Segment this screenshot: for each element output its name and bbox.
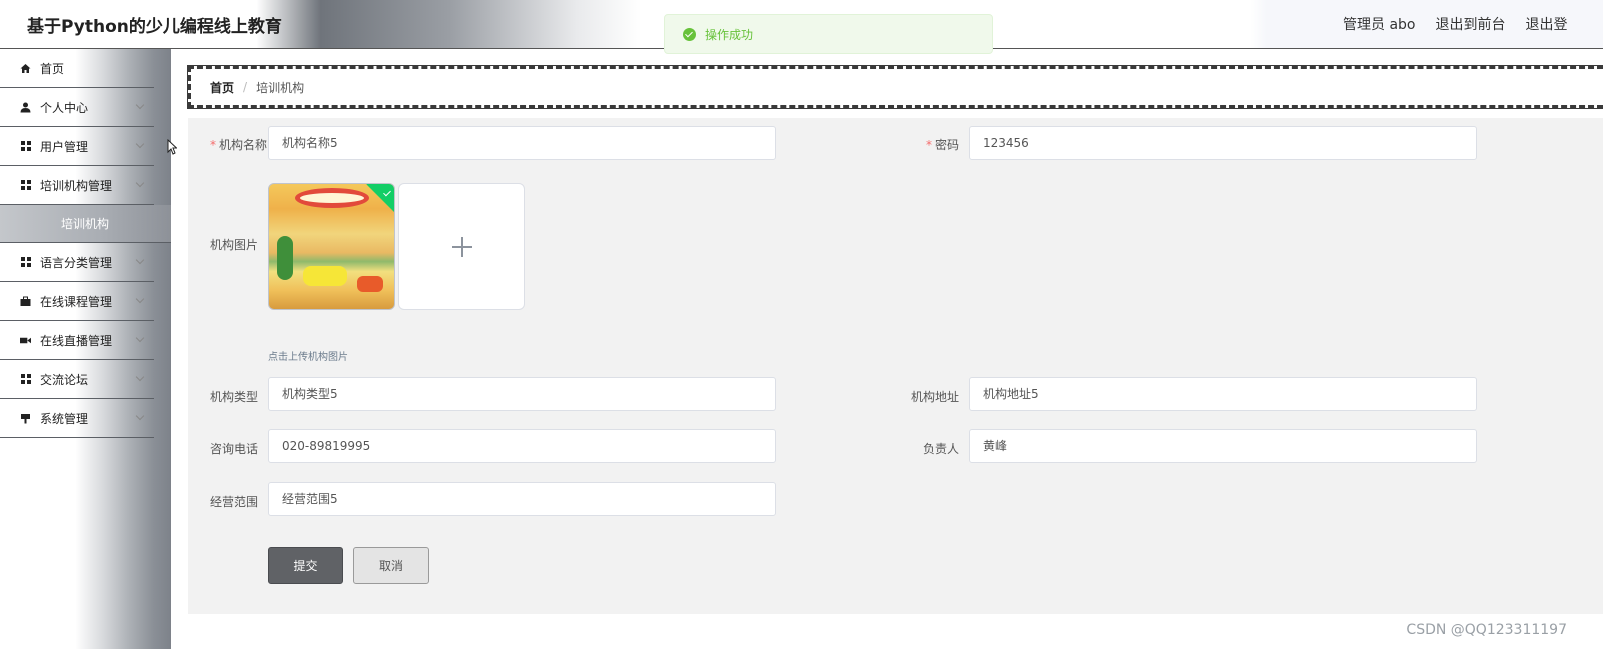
org-address-label: 机构地址 (910, 390, 959, 404)
success-toast: 操作成功 (664, 14, 993, 54)
password-input[interactable]: 123456 (969, 126, 1477, 160)
chevron-down-icon (135, 294, 145, 304)
org-image-label: 机构图片 (209, 238, 258, 252)
phone-input[interactable]: 020-89819995 (268, 429, 776, 463)
back-to-front-link[interactable]: 退出到前台 (1435, 14, 1505, 34)
scope-label: 经营范围 (209, 495, 258, 509)
sidebar-subitem-org[interactable]: 培训机构 (0, 205, 171, 243)
scope-input[interactable]: 经营范围5 (268, 482, 776, 516)
org-type-label: 机构类型 (209, 390, 258, 404)
sidebar-item-live-stream[interactable]: 在线直播管理 (0, 321, 154, 360)
chevron-down-icon (135, 100, 145, 110)
chevron-down-icon (135, 178, 145, 188)
settings-icon (20, 413, 31, 424)
sidebar-item-label: 培训机构管理 (40, 178, 113, 193)
breadcrumb-home[interactable]: 首页 (210, 79, 234, 96)
manager-label: 负责人 (922, 442, 959, 456)
chevron-down-icon (135, 411, 145, 421)
briefcase-icon (20, 296, 31, 307)
sidebar: 首页 个人中心 用户管理 培训机构管理 培训机构 语言分类管理 在线课程管理 在… (0, 49, 171, 649)
user-icon (20, 102, 31, 113)
sidebar-item-label: 系统管理 (40, 411, 89, 426)
chevron-down-icon (135, 372, 145, 382)
sidebar-item-label: 在线课程管理 (40, 294, 113, 309)
sidebar-item-label: 首页 (40, 61, 65, 76)
video-icon (20, 335, 31, 346)
upload-hint: 点击上传机构图片 (268, 352, 348, 363)
breadcrumb-current: 培训机构 (256, 80, 305, 95)
org-name-input[interactable]: 机构名称5 (268, 126, 776, 160)
breadcrumb-separator: / (243, 80, 248, 94)
sidebar-item-language-category[interactable]: 语言分类管理 (0, 243, 154, 282)
org-type-input[interactable]: 机构类型5 (268, 377, 776, 411)
header-actions: 管理员 abo 退出到前台 退出登 (1343, 14, 1603, 34)
mouse-cursor-icon (167, 139, 177, 155)
sidebar-item-forum[interactable]: 交流论坛 (0, 360, 154, 399)
grid-icon (20, 374, 31, 385)
submit-button[interactable]: 提交 (268, 547, 343, 584)
logout-link[interactable]: 退出登 (1525, 14, 1567, 34)
org-edit-form: * 机构名称 机构名称5 * 密码 123456 机构图片 点击上传机构图片 机构类… (188, 118, 1603, 614)
manager-input[interactable]: 黄峰 (969, 429, 1477, 463)
sidebar-item-label: 用户管理 (40, 139, 89, 154)
grid-icon (20, 180, 31, 191)
sidebar-item-home[interactable]: 首页 (0, 49, 154, 88)
sidebar-item-personal-center[interactable]: 个人中心 (0, 88, 154, 127)
required-mark: * (209, 138, 216, 152)
cancel-button[interactable]: 取消 (353, 547, 429, 584)
phone-label: 咨询电话 (209, 442, 258, 456)
sidebar-item-system[interactable]: 系统管理 (0, 399, 154, 438)
chevron-down-icon (135, 255, 145, 265)
grid-icon (20, 141, 31, 152)
sidebar-item-label: 交流论坛 (40, 372, 89, 387)
current-user-label: 管理员 abo (1343, 17, 1416, 33)
chevron-down-icon (135, 139, 145, 149)
grid-icon (20, 257, 31, 268)
toast-message: 操作成功 (705, 27, 754, 42)
success-check-icon (683, 27, 696, 41)
sidebar-item-label: 在线直播管理 (40, 333, 113, 348)
home-icon (20, 63, 31, 74)
org-image-thumbnail[interactable] (268, 183, 395, 310)
uploaded-badge (366, 184, 394, 213)
sidebar-item-label: 语言分类管理 (40, 255, 113, 270)
app-title: 基于Python的少儿编程线上教育 (27, 17, 282, 37)
org-address-input[interactable]: 机构地址5 (969, 377, 1477, 411)
sidebar-item-label: 个人中心 (40, 100, 89, 115)
sidebar-item-online-course[interactable]: 在线课程管理 (0, 282, 154, 321)
image-upload-button[interactable] (398, 183, 525, 310)
required-mark: * (925, 138, 932, 152)
org-name-label: * 机构名称 (209, 138, 267, 152)
sidebar-item-user-management[interactable]: 用户管理 (0, 127, 154, 166)
password-label: * 密码 (925, 138, 959, 152)
watermark: CSDN @QQ123311197 (1406, 622, 1567, 638)
chevron-down-icon (135, 333, 145, 343)
sidebar-item-org-management[interactable]: 培训机构管理 (0, 166, 154, 205)
breadcrumb: 首页 / 培训机构 (187, 65, 1603, 109)
